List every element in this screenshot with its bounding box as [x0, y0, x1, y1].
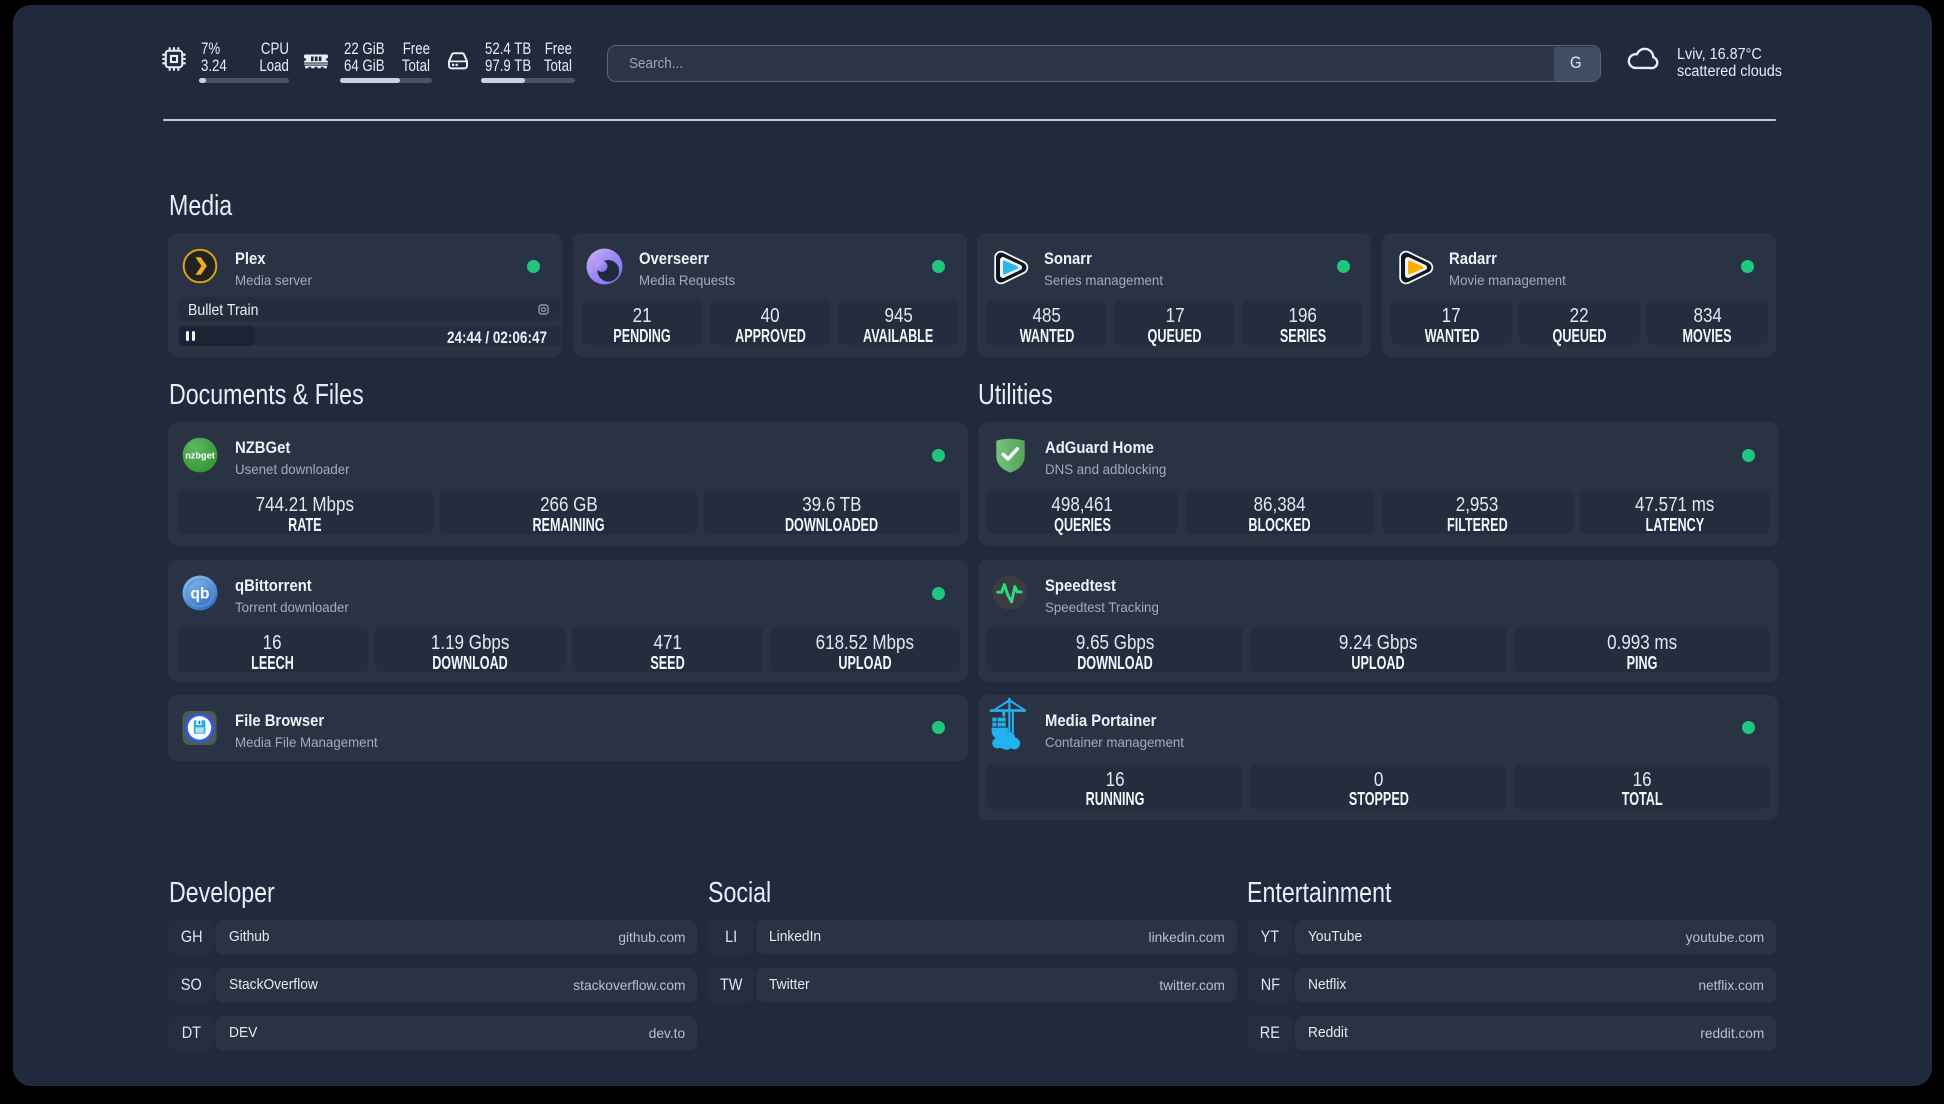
svg-text:qb: qb [190, 586, 209, 603]
svg-text:nzbget: nzbget [185, 450, 215, 460]
